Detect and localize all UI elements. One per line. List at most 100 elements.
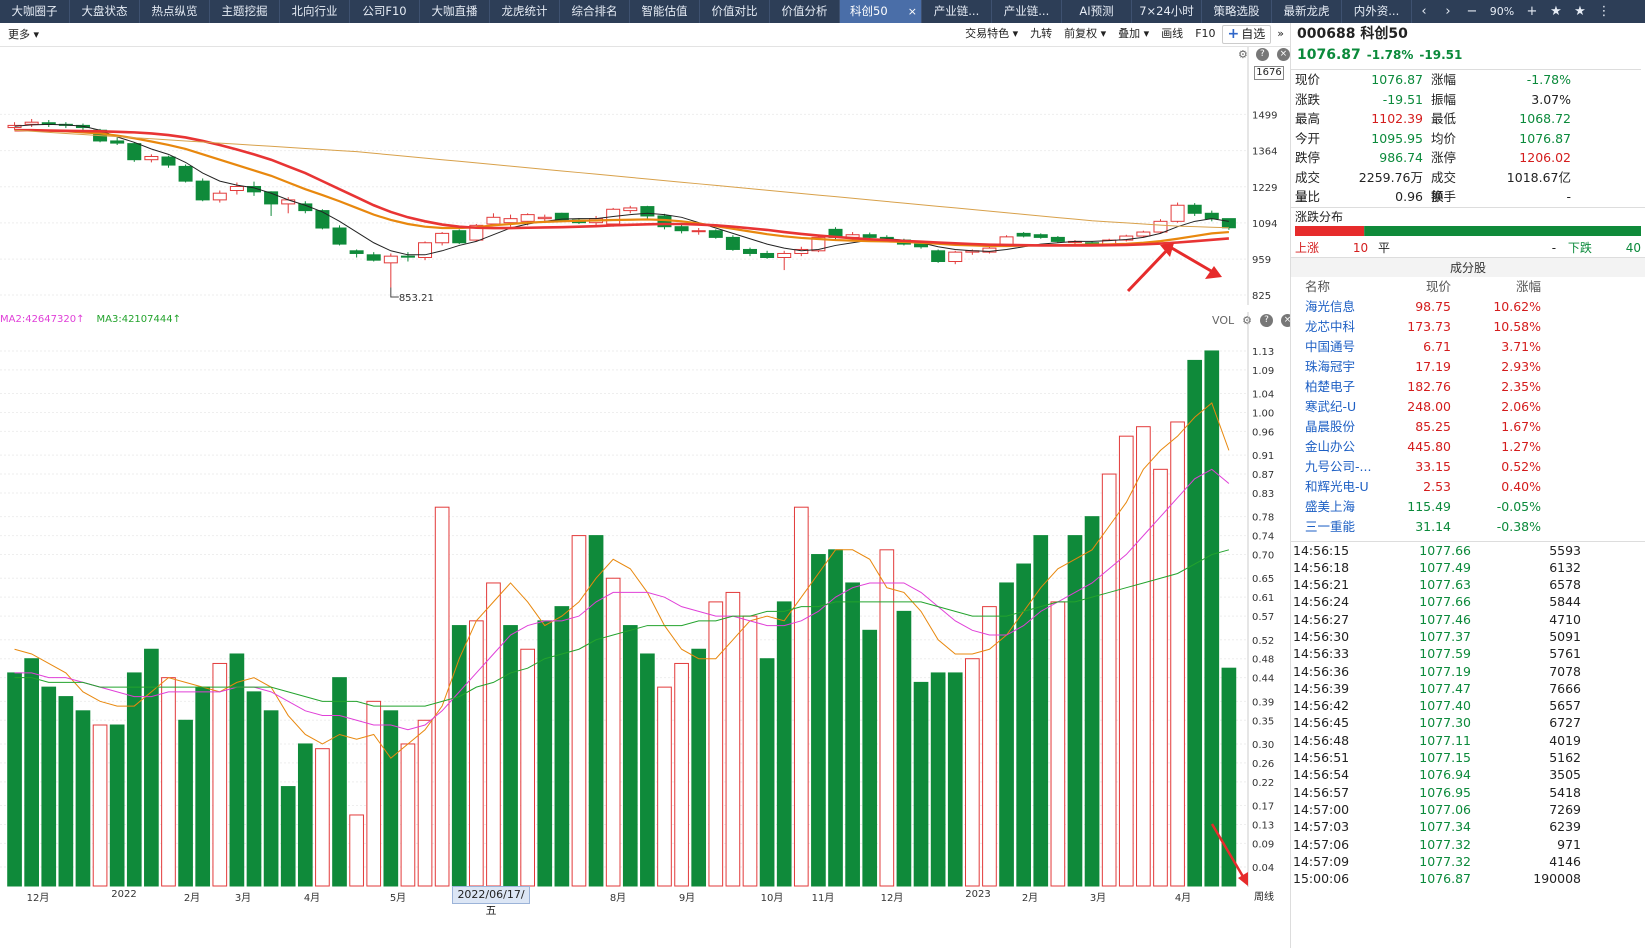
tab-2[interactable]: 热点纵览 [140,0,210,23]
expand-icon[interactable]: » [1271,24,1290,44]
price-chart[interactable]: 1499 1364 1229 1094 959 825 853.21 [0,47,1290,305]
constituent-p: 173.73 [1407,318,1451,334]
vol-tick: 1.00 [1252,408,1274,419]
constituent-row[interactable]: 寒武纪-U 248.00 2.06% [1291,397,1641,417]
period-label[interactable]: 周线 [1254,888,1274,903]
tab-1[interactable]: 大盘状态 [70,0,140,23]
tick-v: 7078 [1549,663,1581,679]
date-tick: 8月 [609,893,627,904]
bookmark-icon[interactable]: ★ [1568,0,1592,23]
tab-5[interactable]: 公司F10 [350,0,420,23]
tab-7[interactable]: 龙虎统计 [490,0,560,23]
vol-tick: 0.44 [1252,674,1274,685]
tick-t: 14:56:39 [1293,680,1350,696]
star-icon[interactable]: ★ [1544,0,1568,23]
volume-chart[interactable]: 1.13 1.09 1.04 1.00 0.96 0.91 0.87 0.83 0.78 0.74… [0,312,1290,887]
stock-code: 000688 [1297,26,1356,42]
tab-0[interactable]: 大咖圈子 [0,0,70,23]
vol-tick: 0.52 [1252,636,1274,647]
constituent-row[interactable]: 海光信息 98.75 10.62% [1291,297,1641,317]
constituent-row[interactable]: 盛美上海 115.49 -0.05% [1291,497,1641,517]
f10-button[interactable]: F10 [1189,24,1221,44]
constituent-row[interactable]: 中国通号 6.71 3.71% [1291,337,1641,357]
overlay-button[interactable]: 叠加 ▾ [1112,24,1155,44]
constituent-c: -0.38% [1496,518,1541,534]
candle [127,143,142,161]
close-tab-icon[interactable]: × [908,0,917,23]
constituent-row[interactable]: 和辉光电-U 2.53 0.40% [1291,477,1641,497]
tab-label: 价值分析 [781,4,828,18]
zoom-out-icon[interactable]: − [1460,0,1484,23]
close-icon[interactable]: × [1276,48,1290,61]
vol-tick: 0.04 [1252,863,1274,874]
volume-bar [879,549,895,887]
jiuzhuan-button[interactable]: 九转 [1024,24,1058,44]
dist-title: 涨跌分布 [1291,206,1645,225]
tab-16[interactable]: 7×24小时 [1132,0,1202,23]
trade-feature-button[interactable]: 交易特色 ▾ [959,24,1024,44]
down-count: 40 [1625,240,1641,255]
tick-v: 190008 [1533,871,1581,887]
draw-line-button[interactable]: 画线 [1155,24,1189,44]
vol-tick: 0.78 [1252,513,1274,524]
settings-icon[interactable]: ⚙ [1238,48,1248,61]
zoom-in-icon[interactable]: + [1520,0,1544,23]
tab-14[interactable]: 产业链... [992,0,1062,23]
stock-title: 000688 科创50 [1291,23,1645,45]
tick-t: 14:56:36 [1293,663,1350,679]
volume-bar [1170,421,1185,887]
tab-9[interactable]: 智能估值 [630,0,700,23]
date-tick: 12月 [26,893,50,904]
constituent-n: 柏楚电子 [1305,378,1356,394]
tab-8[interactable]: 综合排名 [560,0,630,23]
volume-bar [965,658,980,887]
tab-label: 产业链... [933,4,980,18]
vol-tick: 0.09 [1252,839,1274,850]
tab-label: 北向行业 [291,4,338,18]
tab-18[interactable]: 最新龙虎 [1272,0,1342,23]
tab-19[interactable]: 内外资... [1342,0,1412,23]
tab-3[interactable]: 主题挖掘 [210,0,280,23]
constituent-row[interactable]: 龙芯中科 173.73 10.58% [1291,317,1641,337]
annotation-arrow [1126,245,1219,293]
constituent-row[interactable]: 柏楚电子 182.76 2.35% [1291,377,1641,397]
candle [349,250,364,254]
constituent-row[interactable]: 晶晨股份 85.25 1.67% [1291,417,1641,437]
menu-icon[interactable]: ⋮ [1592,0,1616,23]
ma-line-ma_long [14,129,1229,229]
next-tab-icon[interactable]: › [1436,0,1460,23]
tab-4[interactable]: 北向行业 [280,0,350,23]
help-icon[interactable]: ? [1255,48,1269,61]
fuquan-button[interactable]: 前复权 ▾ [1058,24,1112,44]
constituent-row[interactable]: 珠海冠宇 17.19 2.93% [1291,357,1641,377]
quote-bv: 1076.87 [1519,130,1571,146]
date-tick: 3月 [234,893,252,904]
volume-bar [315,748,330,887]
tick-t: 14:56:30 [1293,628,1350,644]
more-menu-button[interactable]: 更多 ▾ [2,25,45,45]
tab-6[interactable]: 大咖直播 [420,0,490,23]
quote-av: 2259.76万 [1358,169,1423,185]
volume-bar [1101,473,1117,887]
tick-v: 7269 [1549,801,1581,817]
quote-row: 跌停 986.74 涨停 1206.02 [1291,148,1641,168]
prev-tab-icon[interactable]: ‹ [1412,0,1436,23]
tick-v: 7666 [1549,680,1581,696]
tick-row: 14:56:24 1077.66 5844 [1291,593,1645,610]
tab-11[interactable]: 价值分析 [770,0,840,23]
constituent-row[interactable]: 金山办公 445.80 1.27% [1291,437,1641,457]
tab-10[interactable]: 价值对比 [700,0,770,23]
constituent-row[interactable]: 九号公司-... 33.15 0.52% [1291,457,1641,477]
candle [383,255,398,264]
volume-bar [554,606,570,887]
tab-15[interactable]: AI预测 [1062,0,1132,23]
constituent-row[interactable]: 三一重能 31.14 -0.38% [1291,517,1641,537]
constituent-c: 0.40% [1501,478,1541,494]
tab-13[interactable]: 产业链... [922,0,992,23]
tick-p: 1077.15 [1419,750,1471,766]
add-favorite-button[interactable]: + 自选 [1221,24,1272,44]
quote-a: 跌停 [1295,150,1321,165]
tab-17[interactable]: 策略选股 [1202,0,1272,23]
tab-12[interactable]: 科创50 × [840,0,922,23]
constituent-c: 3.71% [1501,338,1541,354]
